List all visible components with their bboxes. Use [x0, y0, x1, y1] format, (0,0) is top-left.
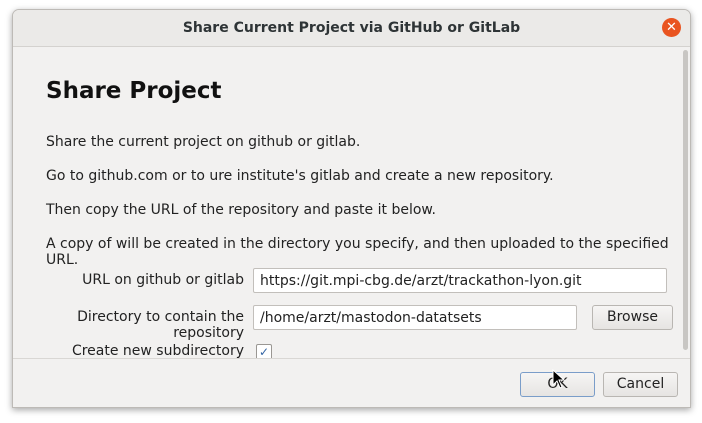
description-line-1: Share the current project on github or g… [46, 134, 361, 150]
url-field[interactable]: https://git.mpi-cbg.de/arzt/trackathon-l… [253, 268, 667, 293]
cancel-button[interactable]: Cancel [603, 372, 678, 397]
title-bar[interactable]: Share Current Project via GitHub or GitL… [13, 10, 690, 47]
dialog-content: Share Project Share the current project … [13, 47, 680, 360]
url-label: URL on github or gitlab [82, 272, 244, 288]
dialog-footer: OK Cancel [13, 358, 690, 407]
directory-label: Directory to contain the repository [77, 309, 244, 341]
page-title: Share Project [46, 78, 222, 104]
description-line-2: Go to github.com or to ure institute's g… [46, 168, 554, 184]
share-project-dialog: Share Current Project via GitHub or GitL… [12, 9, 691, 408]
mouse-cursor-icon [552, 369, 566, 389]
description-line-3: Then copy the URL of the repository and … [46, 202, 437, 218]
close-icon[interactable]: ✕ [662, 18, 681, 37]
directory-field[interactable]: /home/arzt/mastodon-datatsets [253, 305, 577, 330]
subdirectory-label: Create new subdirectory [71, 343, 244, 359]
window-title: Share Current Project via GitHub or GitL… [182, 20, 521, 36]
description-line-4: A copy of will be created in the directo… [46, 236, 669, 268]
vertical-scrollbar[interactable] [683, 50, 688, 350]
browse-button[interactable]: Browse [592, 305, 673, 330]
